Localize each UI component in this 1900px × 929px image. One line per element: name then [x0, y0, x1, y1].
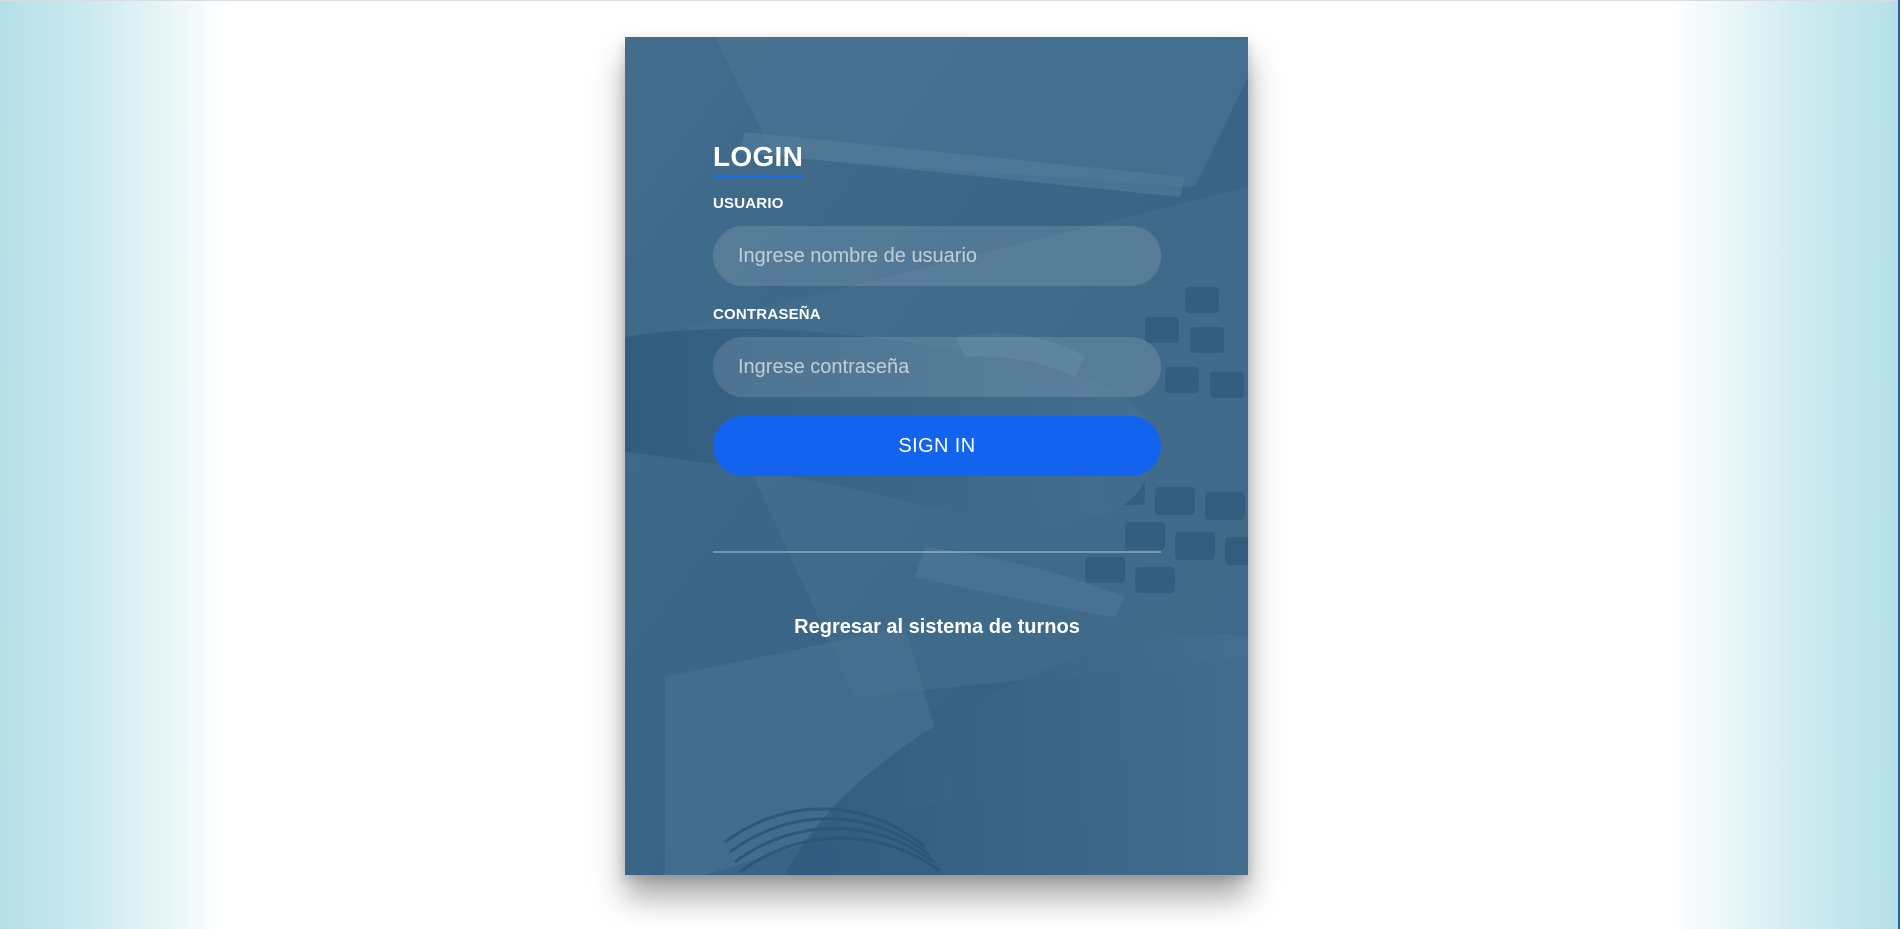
login-title: LOGIN — [713, 143, 804, 178]
login-card: LOGIN USUARIO CONTRASEÑA SIGN IN Regresa… — [625, 37, 1248, 875]
username-label: USUARIO — [713, 195, 784, 212]
divider — [713, 551, 1161, 553]
username-input[interactable] — [713, 226, 1161, 286]
sign-in-button[interactable]: SIGN IN — [713, 416, 1161, 476]
top-border — [0, 0, 1900, 1]
password-input[interactable] — [713, 337, 1161, 397]
password-label: CONTRASEÑA — [713, 306, 821, 323]
back-to-turn-system-link[interactable]: Regresar al sistema de turnos — [713, 616, 1161, 639]
